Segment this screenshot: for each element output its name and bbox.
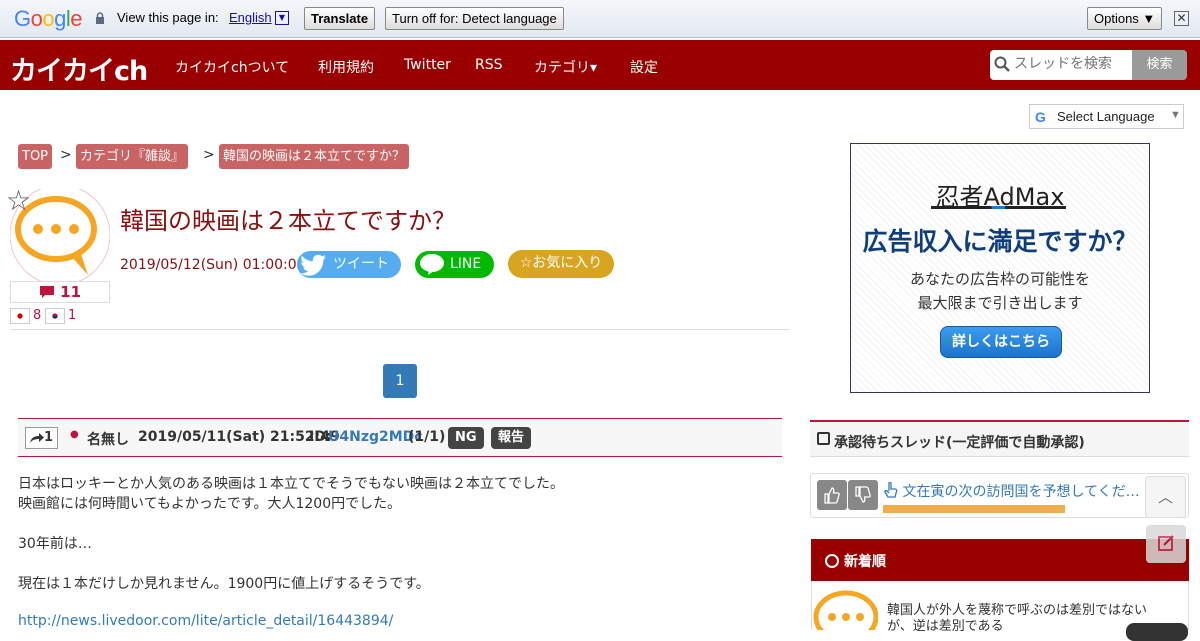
ad-banner[interactable]: 忍者AdMax 広告収入に満足ですか？ あなたの広告枠の可能性を 最大限まで引き… bbox=[850, 143, 1150, 393]
post-body-line: 30年前は… bbox=[18, 536, 92, 552]
line-share-button[interactable]: LINE bbox=[415, 251, 494, 278]
breadcrumb-separator: > bbox=[60, 147, 72, 163]
new-arrivals-header: 新着順 bbox=[811, 539, 1189, 581]
thumbs-up-button[interactable] bbox=[817, 480, 847, 510]
chevron-down-icon: ▼ bbox=[1170, 109, 1181, 121]
line-label: LINE bbox=[450, 256, 482, 272]
pagination-page-1[interactable]: 1 bbox=[383, 364, 417, 398]
korea-flag-icon bbox=[45, 308, 65, 324]
japan-flag-icon bbox=[10, 308, 30, 324]
post-body-line: 日本はロッキーとか人気のある映画は１本立てでそうでもない映画は２本立てでした。 bbox=[18, 476, 564, 492]
divider bbox=[10, 329, 790, 330]
reply-button[interactable]: 1 bbox=[25, 427, 58, 449]
select-language-dropdown[interactable]: G Select Language ▼ bbox=[1029, 104, 1184, 129]
approval-thread-title: 文在寅の次の訪問国を予想してくだ… bbox=[902, 484, 1140, 500]
ng-button[interactable]: NG bbox=[448, 427, 484, 449]
tweet-label: ツイート bbox=[333, 256, 389, 272]
new-arrivals-title: 新着順 bbox=[844, 554, 886, 570]
japan-count: 8 bbox=[33, 308, 42, 323]
post-id-count: (1/1) bbox=[408, 429, 446, 445]
close-icon[interactable]: ✕ bbox=[1174, 11, 1189, 26]
post-number: 1 bbox=[44, 430, 54, 445]
reply-arrow-icon bbox=[30, 433, 44, 443]
korea-count: 1 bbox=[68, 308, 77, 323]
new-thread-item[interactable]: 韓国人が外人を蔑称で呼ぶのは差別ではない が、逆は差別である bbox=[811, 581, 1189, 641]
thread-title: 韓国の映画は２本立てですか？ bbox=[120, 207, 456, 235]
translate-button[interactable]: Translate bbox=[304, 7, 376, 30]
nav-settings[interactable]: 設定 bbox=[630, 57, 658, 77]
hand-pointer-icon bbox=[884, 481, 898, 498]
tweet-button[interactable]: ツイート bbox=[297, 251, 401, 278]
new-thread-title: が、逆は差別である bbox=[887, 619, 1004, 634]
post-body-line: 現在は１本だけしか見れません。1900円に値上げするそうです。 bbox=[18, 576, 430, 592]
edit-icon bbox=[1158, 535, 1174, 551]
thread-date: 2019/05/12(Sun) 01:00:02 bbox=[120, 257, 306, 273]
line-icon bbox=[420, 254, 444, 275]
star-icon[interactable]: ☆ bbox=[6, 186, 31, 216]
approval-title: 承認待ちスレッド(一定評価で自動承認) bbox=[834, 435, 1085, 451]
clock-icon bbox=[825, 554, 839, 568]
post-indicator-dot: ● bbox=[70, 429, 79, 440]
nav-rss[interactable]: RSS bbox=[475, 57, 503, 73]
post-header: 1 ● 名無し 2019/05/11(Sat) 21:52:49 ID: U4N… bbox=[18, 418, 782, 457]
favorite-button[interactable]: ☆お気に入り bbox=[508, 250, 614, 278]
view-page-text: View this page in: bbox=[117, 10, 219, 25]
ad-subtext: あなたの広告枠の可能性を bbox=[909, 270, 1090, 288]
checkbox-icon bbox=[817, 432, 830, 445]
select-language-label: Select Language bbox=[1057, 109, 1155, 124]
breadcrumb-category[interactable]: カテゴリ『雑談』 bbox=[76, 144, 189, 169]
scroll-top-button[interactable]: ︿ bbox=[1145, 476, 1186, 518]
turn-off-button[interactable]: Turn off for: Detect language bbox=[385, 7, 564, 30]
thumbs-down-icon bbox=[855, 486, 871, 503]
comment-count: 11 bbox=[60, 283, 82, 301]
comment-count-badge: 11 bbox=[10, 281, 110, 303]
approval-item: 文在寅の次の訪問国を予想してくだ… bbox=[810, 473, 1189, 518]
dropdown-arrow-icon[interactable]: ▼ bbox=[275, 11, 289, 25]
ad-subtext: 最大限まで引き出します bbox=[917, 294, 1083, 312]
language-select[interactable]: English bbox=[229, 10, 272, 25]
approval-pending-header: 承認待ちスレッド(一定評価で自動承認) bbox=[810, 420, 1189, 457]
site-logo[interactable]: カイカイch bbox=[10, 49, 148, 88]
google-g-icon: G bbox=[1035, 109, 1046, 125]
ad-details-button[interactable]: 詳しくはこちら bbox=[940, 326, 1062, 358]
time-ago-badge bbox=[1126, 623, 1188, 641]
search-input[interactable] bbox=[1014, 56, 1126, 72]
translate-bar: Google View this page in: English ▼ Tran… bbox=[0, 0, 1200, 38]
post-link[interactable]: http://news.livedoor.com/lite/article_de… bbox=[18, 613, 393, 629]
search-icon bbox=[994, 56, 1010, 72]
nav-category[interactable]: カテゴリ▾ bbox=[534, 57, 597, 77]
comment-icon bbox=[39, 286, 54, 298]
thumbs-down-button[interactable] bbox=[848, 480, 878, 510]
google-logo: Google bbox=[14, 6, 83, 31]
breadcrumb-top[interactable]: TOP bbox=[18, 144, 53, 169]
search-box bbox=[990, 50, 1132, 80]
post-author: 名無し bbox=[87, 432, 129, 448]
nav-twitter[interactable]: Twitter bbox=[404, 57, 451, 73]
search-button[interactable]: 検索 bbox=[1132, 50, 1187, 80]
compose-button[interactable] bbox=[1146, 525, 1186, 563]
breadcrumb-separator: > bbox=[203, 147, 215, 163]
approval-progress-bar bbox=[883, 505, 1065, 513]
ad-headline: 広告収入に満足ですか？ bbox=[862, 227, 1138, 256]
nav-about[interactable]: カイカイchついて bbox=[175, 57, 289, 77]
thread-thumbnail bbox=[813, 590, 878, 630]
options-button[interactable]: Options ▼ bbox=[1087, 7, 1163, 30]
lock-icon bbox=[96, 12, 104, 24]
approval-thread-link[interactable]: 文在寅の次の訪問国を予想してくだ… bbox=[884, 481, 1140, 501]
twitter-bird-icon bbox=[301, 254, 326, 276]
post-body-line: 映画館には何時間いてもよかったです。大人1200円でした。 bbox=[18, 496, 402, 512]
ad-brand-underline bbox=[931, 206, 1066, 209]
nav-terms[interactable]: 利用規約 bbox=[318, 57, 374, 77]
thumbs-up-icon bbox=[824, 487, 840, 504]
report-button[interactable]: 報告 bbox=[491, 427, 532, 449]
breadcrumb-thread[interactable]: 韓国の映画は２本立てですか？ bbox=[219, 144, 410, 169]
